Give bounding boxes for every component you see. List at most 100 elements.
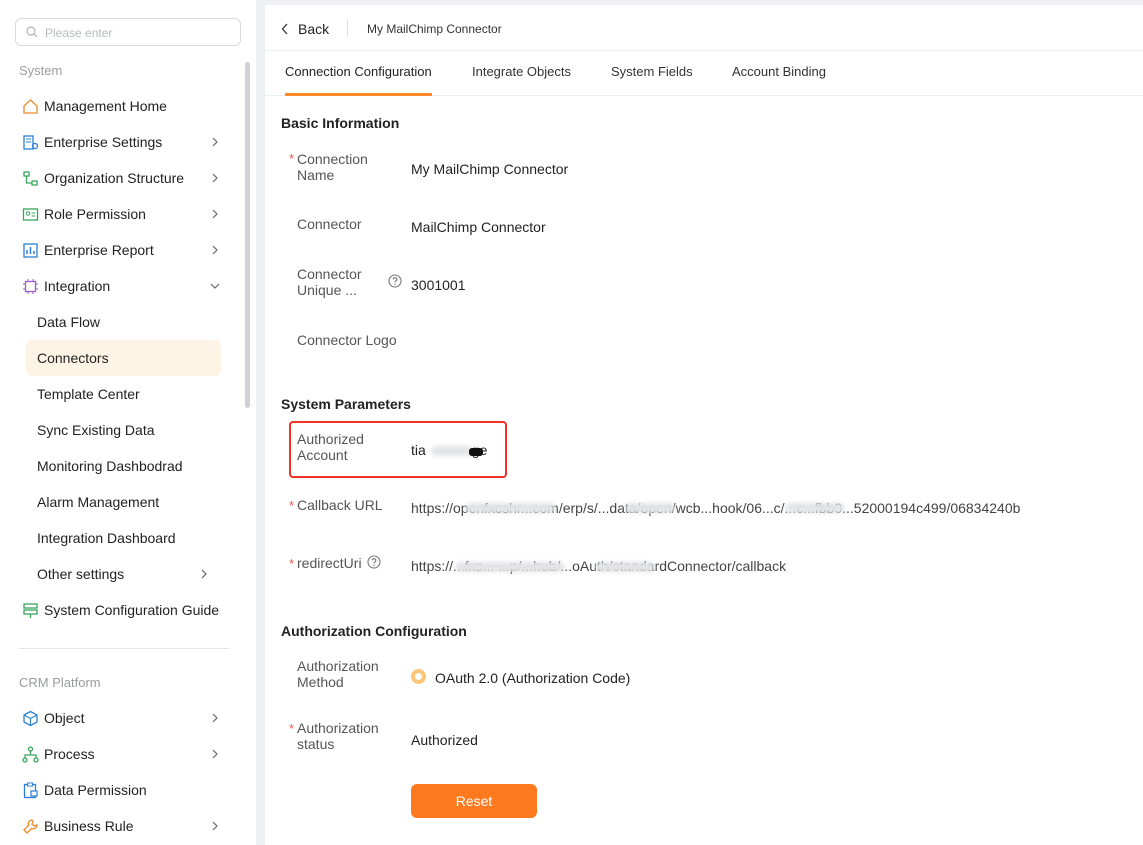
chip-icon [23,279,38,294]
sidebar-subitem-data-flow[interactable]: Data Flow [26,304,221,340]
tab-integrate-objects[interactable]: Integrate Objects [472,64,571,79]
org-chart-icon [23,171,38,186]
sidebar-subitem-label: Connectors [37,350,109,366]
tab-account-binding[interactable]: Account Binding [732,64,826,79]
sidebar-item-object[interactable]: Object [18,703,224,733]
home-icon [23,99,38,114]
section-title-params: System Parameters [281,396,411,412]
sidebar-divider [19,648,229,649]
help-icon[interactable] [388,274,402,288]
flow-icon [22,746,39,763]
chevron-right-icon [201,569,207,579]
authorization-method-label: Authorization Method [297,658,379,690]
redaction-blur [431,446,473,456]
tab-bar: Connection Configuration Integrate Objec… [265,51,1143,96]
sidebar-item-process[interactable]: Process [18,739,224,769]
chevron-right-icon [212,137,218,147]
sidebar-item-integration[interactable]: Integration [18,271,224,301]
signpost-icon [23,603,38,618]
wrench-icon [23,819,38,834]
sidebar-item-enterprise-settings[interactable]: Enterprise Settings [18,127,224,157]
callback-url-label: Callback URL [297,497,383,513]
sidebar-item-management-home[interactable]: Management Home [18,91,224,121]
active-tab-indicator [285,93,432,96]
label-line: Name [297,167,335,183]
sidebar-item-enterprise-report[interactable]: Enterprise Report [18,235,224,265]
sidebar-scrollbar[interactable] [245,62,250,408]
sidebar-subitem-label: Other settings [37,566,125,582]
redirect-uri-label: redirectUri [297,555,362,571]
account-value-start: tia [411,442,426,458]
header-separator [347,19,348,37]
sidebar-subitem-connectors[interactable]: Connectors [26,340,221,376]
sidebar-item-label: Role Permission [44,206,146,222]
required-marker: * [289,151,295,166]
sidebar-subitem-label: Template Center [37,386,140,402]
connector-label: Connector [297,216,362,232]
search-input[interactable]: Please enter [15,18,241,46]
label-line: Method [297,674,344,690]
redaction-mark [469,448,483,456]
oauth-radio[interactable] [411,669,426,684]
label-line: Authorization [297,720,379,736]
sidebar-item-label: Object [44,710,85,726]
sidebar-subitem-alarm-management[interactable]: Alarm Management [26,484,221,520]
sidebar-item-business-rule[interactable]: Business Rule [18,811,224,841]
sidebar-item-system-configuration-guide[interactable]: System Configuration Guide [18,595,224,625]
connector-value: MailChimp Connector [411,219,546,235]
chevron-right-icon [212,821,218,831]
authorization-method-value: OAuth 2.0 (Authorization Code) [435,670,631,686]
required-marker: * [289,498,295,513]
sidebar-subitem-sync-existing-data[interactable]: Sync Existing Data [26,412,221,448]
section-title-auth: Authorization Configuration [281,623,467,639]
building-settings-icon [23,135,39,150]
connector-unique-label: Connector Unique ... [297,266,362,298]
breadcrumb: My MailChimp Connector [367,22,502,36]
required-marker: * [289,721,295,736]
sidebar-item-label: Integration [44,278,111,294]
search-icon [26,26,38,38]
sidebar-subitem-label: Integration Dashboard [37,530,176,546]
sidebar-item-label: System Configuration Guide [44,602,220,618]
sidebar-subitem-other-settings[interactable]: Other settings [26,556,221,592]
authorized-account-label: Authorized Account [297,431,364,463]
back-label: Back [298,21,330,37]
label-line: Account [297,447,348,463]
sidebar-subitem-integration-dashboard[interactable]: Integration Dashboard [26,520,221,556]
redaction-blur [465,503,555,513]
redaction-blur [455,562,565,572]
sidebar-item-label: Data Permission [44,782,147,798]
connector-unique-value: 3001001 [411,277,466,293]
help-icon[interactable] [367,555,381,569]
sidebar-item-label: Organization Structure [44,170,185,186]
sidebar-item-data-permission[interactable]: Data Permission [18,775,224,805]
sidebar-subitem-monitoring-dashboard[interactable]: Monitoring Dashbodrad [26,448,221,484]
chevron-left-icon [281,23,288,35]
redaction-blur [625,503,675,513]
sidebar-subitem-label: Alarm Management [37,494,160,510]
sidebar-item-label: Enterprise Settings [44,134,163,150]
sidebar: Please enter System Management Home Ente… [0,0,256,845]
redaction-blur [785,503,845,513]
clipboard-lock-icon [23,782,38,799]
sidebar-item-organization-structure[interactable]: Organization Structure [18,163,224,193]
reset-button[interactable]: Reset [411,784,537,818]
report-icon [23,243,38,258]
tab-system-fields[interactable]: System Fields [611,64,693,79]
sidebar-item-role-permission[interactable]: Role Permission [18,199,224,229]
cube-icon [23,710,38,727]
section-title-basic: Basic Information [281,115,400,131]
chevron-right-icon [212,209,218,219]
sidebar-subitem-label: Data Flow [37,314,101,330]
top-bar: Back My MailChimp Connector [265,5,1143,51]
sidebar-item-label: Enterprise Report [44,242,154,258]
main-panel: Back My MailChimp Connector Connection C… [265,5,1143,845]
label-line: Connector [297,266,362,282]
chevron-down-icon [210,283,220,289]
sidebar-subitem-template-center[interactable]: Template Center [26,376,221,412]
sidebar-item-label: Management Home [44,98,167,114]
redaction-blur [595,562,655,572]
tab-connection-configuration[interactable]: Connection Configuration [285,64,432,79]
required-marker: * [289,556,295,571]
sidebar-subitem-label: Sync Existing Data [37,422,155,438]
